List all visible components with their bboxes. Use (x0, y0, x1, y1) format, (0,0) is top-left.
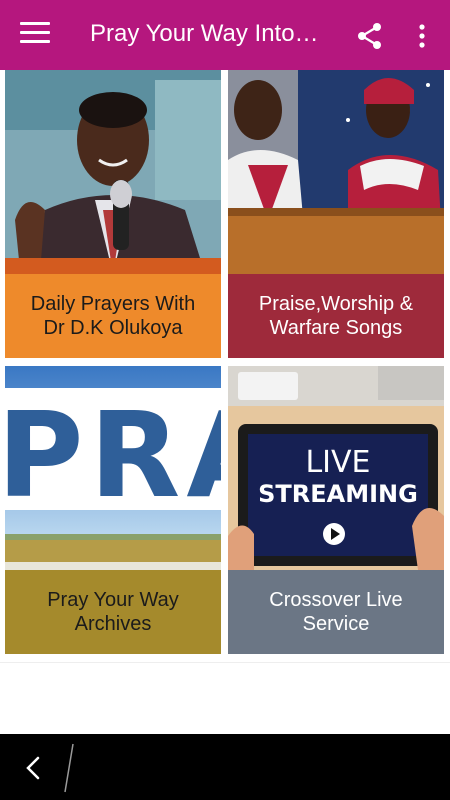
live-text: LIVE (305, 445, 371, 480)
tile-label: Crossover Live Service (228, 570, 444, 654)
tile-label-line2: Archives (74, 613, 152, 635)
empty-space (0, 662, 450, 734)
tile-label-line2: Warfare Songs (269, 317, 403, 339)
app-title: Pray Your Way Into… (90, 20, 319, 47)
tile-label-line2: Service (302, 613, 370, 635)
back-chevron-icon[interactable] (22, 754, 46, 782)
choir-image (228, 70, 444, 274)
tile-pray-your-way-archives[interactable]: PRA Pray Your Way Archives (5, 366, 221, 654)
tile-label-line2: Dr D.K Olukoya (43, 317, 183, 339)
live-streaming-text: LIVE STREAMING (248, 445, 428, 509)
live-streaming-image: LIVE STREAMING (228, 366, 444, 570)
system-nav-bar (0, 734, 450, 800)
more-vert-icon[interactable] (410, 22, 434, 50)
hamburger-menu-icon[interactable] (20, 22, 50, 48)
share-icon[interactable] (356, 22, 384, 50)
tile-label-line1: Crossover Live (269, 589, 403, 611)
category-grid: Daily Prayers With Dr D.K Olukoya Praise… (0, 70, 450, 662)
app-bar: Pray Your Way Into… (0, 0, 450, 70)
tile-label: Daily Prayers With Dr D.K Olukoya (5, 274, 221, 358)
tile-label: Praise,Worship & Warfare Songs (228, 274, 444, 358)
tile-label: Pray Your Way Archives (5, 570, 221, 654)
nav-divider (64, 743, 74, 793)
pray-letters-image: PRA (5, 366, 221, 570)
tile-label-line1: Pray Your Way (47, 589, 179, 611)
tile-label-line1: Praise,Worship & (258, 293, 414, 315)
svg-text:PRA: PRA (5, 386, 221, 524)
tile-daily-prayers[interactable]: Daily Prayers With Dr D.K Olukoya (5, 70, 221, 358)
tile-crossover-live[interactable]: LIVE STREAMING Crossover Live Service (228, 366, 444, 654)
streaming-text: STREAMING (258, 480, 418, 508)
preacher-image (5, 70, 221, 274)
play-icon (323, 523, 345, 545)
tile-praise-worship[interactable]: Praise,Worship & Warfare Songs (228, 70, 444, 358)
tile-label-line1: Daily Prayers With (30, 293, 196, 315)
